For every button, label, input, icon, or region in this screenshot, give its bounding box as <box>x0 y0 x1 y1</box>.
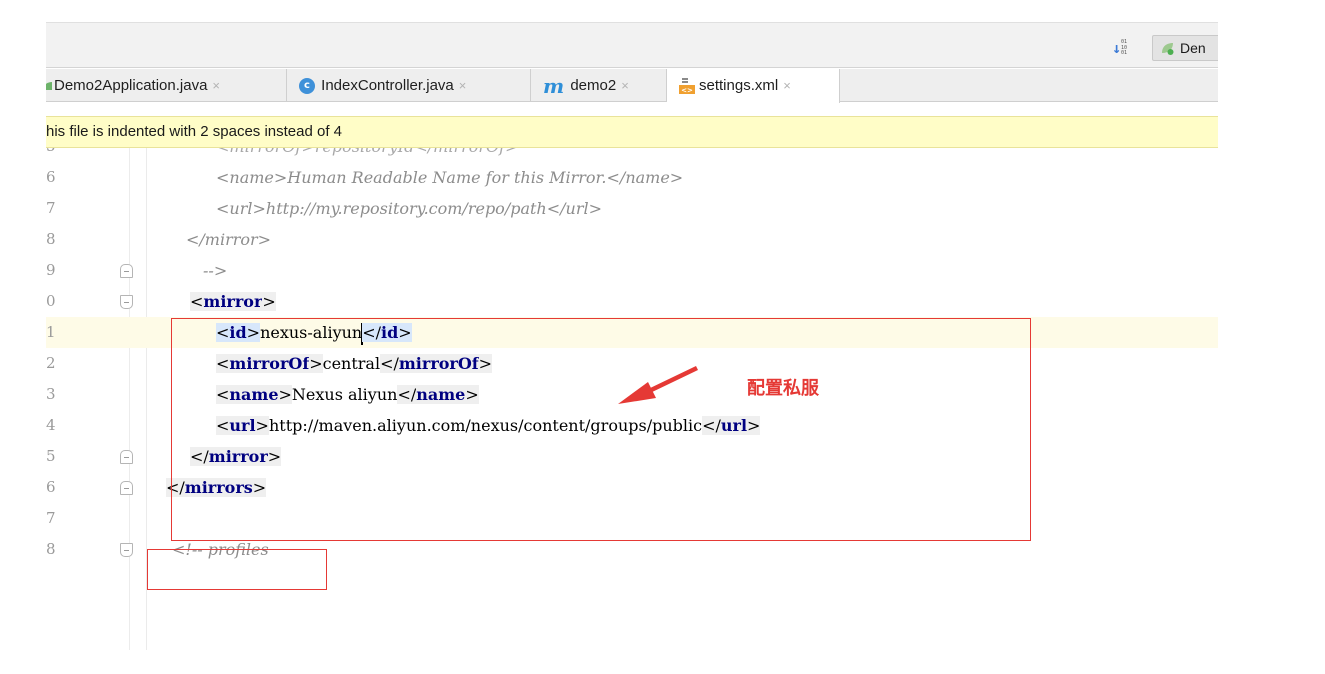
run-config-selector[interactable]: Den <box>1152 35 1218 61</box>
editor-tab-bar: Demo2Application.java × c IndexController… <box>46 69 1218 103</box>
indent-notification-banner: his file is indented with 2 spaces inste… <box>46 116 1218 148</box>
tab-label: Demo2Application.java <box>54 77 208 94</box>
code-line: 9 --> <box>46 255 1218 286</box>
highlight-box-mirror <box>171 318 1031 541</box>
line-number: 0 <box>46 292 56 310</box>
line-number: 7 <box>46 509 56 527</box>
class-icon: c <box>299 78 315 95</box>
line-number: 5 <box>46 447 56 465</box>
toolbar: ↓ 01 10 01 Den <box>46 22 1218 68</box>
code-text: <url>http://my.repository.com/repo/path<… <box>216 199 602 218</box>
line-number: 4 <box>46 416 56 434</box>
code-text: --> <box>203 261 228 280</box>
run-config-label: Den <box>1180 40 1206 56</box>
code-line: 8 </mirror> <box>46 224 1218 255</box>
line-number: 8 <box>46 540 56 558</box>
line-number: 1 <box>46 323 56 341</box>
code-line: 6 <name>Human Readable Name for this Mir… <box>46 162 1218 193</box>
annotation-label: 配置私服 <box>747 378 819 399</box>
code-text: <mirror> <box>190 292 276 311</box>
maven-icon: m <box>543 74 565 99</box>
close-icon[interactable]: × <box>212 78 220 93</box>
tab-label: demo2 <box>570 77 617 94</box>
close-icon[interactable]: × <box>621 78 629 93</box>
fold-end-icon[interactable] <box>120 481 133 495</box>
line-number: 6 <box>46 478 56 496</box>
fold-end-icon[interactable] <box>120 450 133 464</box>
fold-end-icon[interactable] <box>120 264 133 278</box>
tab-label: settings.xml <box>699 77 779 94</box>
tab-demo2application[interactable]: Demo2Application.java × <box>46 69 287 102</box>
arrow-icon <box>618 366 698 404</box>
fold-start-icon[interactable] <box>120 543 133 557</box>
highlight-box-mirrors <box>147 549 327 590</box>
line-number: 5 <box>46 148 60 162</box>
code-line: 5 <mirrorOf>repositoryId</mirrorOf> <box>46 148 1218 162</box>
tab-demo2[interactable]: m demo2 × <box>531 69 667 102</box>
banner-message: his file is indented with 2 spaces inste… <box>46 123 343 140</box>
code-line: 0 <mirror> <box>46 286 1218 317</box>
line-number: 3 <box>46 385 56 403</box>
xml-file-icon: <> <box>679 78 695 95</box>
tab-label: IndexController.java <box>321 77 454 94</box>
line-number: 2 <box>46 354 56 372</box>
close-icon[interactable]: × <box>783 78 791 93</box>
tab-indexcontroller[interactable]: c IndexController.java × <box>287 69 531 102</box>
svg-text:<>: <> <box>681 87 693 95</box>
code-text: <mirrorOf>repositoryId</mirrorOf> <box>216 148 518 162</box>
line-number: 9 <box>46 261 56 279</box>
sort-binary-icon[interactable]: ↓ 01 10 01 <box>1112 39 1132 57</box>
spring-boot-icon <box>1162 43 1174 55</box>
fold-start-icon[interactable] <box>120 295 133 309</box>
close-icon[interactable]: × <box>459 78 467 93</box>
code-line: 7 <url>http://my.repository.com/repo/pat… <box>46 193 1218 224</box>
spring-boot-icon <box>46 82 52 91</box>
line-number: 7 <box>46 199 56 217</box>
code-text: <name>Human Readable Name for this Mirro… <box>216 168 684 187</box>
line-number: 8 <box>46 230 56 248</box>
code-text: </mirror> <box>186 230 272 249</box>
line-number: 6 <box>46 168 56 186</box>
tab-settings-xml[interactable]: <> settings.xml × <box>667 69 840 103</box>
